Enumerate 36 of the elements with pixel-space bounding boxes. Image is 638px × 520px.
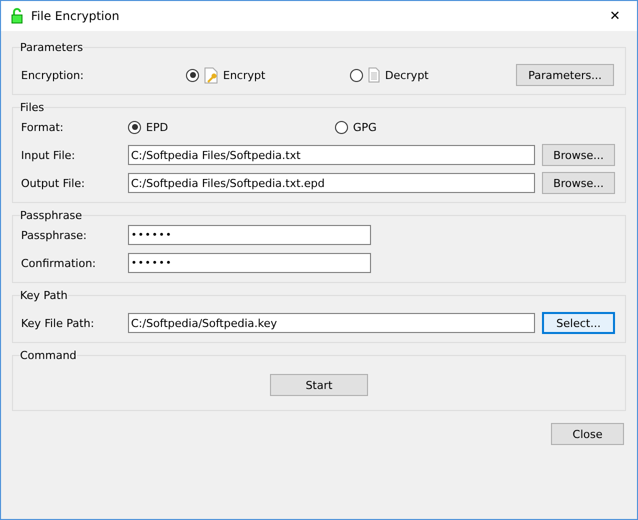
radio-label: Decrypt [385, 68, 429, 82]
radio-label: GPG [353, 120, 377, 134]
start-button[interactable]: Start [270, 374, 368, 396]
format-label: Format: [21, 120, 64, 134]
group-title: Parameters [20, 41, 83, 54]
close-button[interactable]: ✕ [593, 1, 637, 31]
field-label: Passphrase: [21, 228, 88, 242]
password-field[interactable]: •••••• [128, 225, 371, 245]
radio-button[interactable] [350, 68, 363, 82]
password-field[interactable]: •••••• [128, 253, 371, 273]
path-field[interactable]: C:/Softpedia Files/Softpedia.txt.epd [128, 173, 535, 193]
select-button[interactable]: Select... [542, 312, 615, 334]
path-field[interactable]: C:/Softpedia/Softpedia.key [128, 313, 535, 333]
radio-label: Encrypt [223, 68, 266, 82]
field-label: Key File Path: [21, 316, 96, 330]
window-title: File Encryption [31, 9, 120, 23]
group-title: Passphrase [20, 209, 82, 222]
group-title: Command [20, 349, 77, 362]
radio-button[interactable] [335, 120, 348, 134]
field-label: Output File: [21, 176, 86, 190]
field-label: Confirmation: [21, 256, 97, 270]
encryption-label: Encryption: [21, 68, 85, 82]
padlock-icon [11, 8, 23, 24]
browse-button[interactable]: Browse... [542, 172, 615, 194]
browse-button[interactable]: Browse... [542, 144, 615, 166]
radio-button[interactable] [128, 120, 141, 134]
parameters-button[interactable]: Parameters... [516, 64, 614, 86]
radio-label: EPD [146, 120, 168, 134]
close-button[interactable]: Close [551, 423, 624, 445]
field-label: Input File: [21, 148, 76, 162]
radio-button[interactable] [186, 68, 199, 82]
document-key-icon [204, 66, 218, 84]
path-field[interactable]: C:/Softpedia Files/Softpedia.txt [128, 145, 535, 165]
group-title: Key Path [20, 289, 68, 302]
document-icon [368, 67, 380, 83]
group-title: Files [20, 101, 44, 114]
